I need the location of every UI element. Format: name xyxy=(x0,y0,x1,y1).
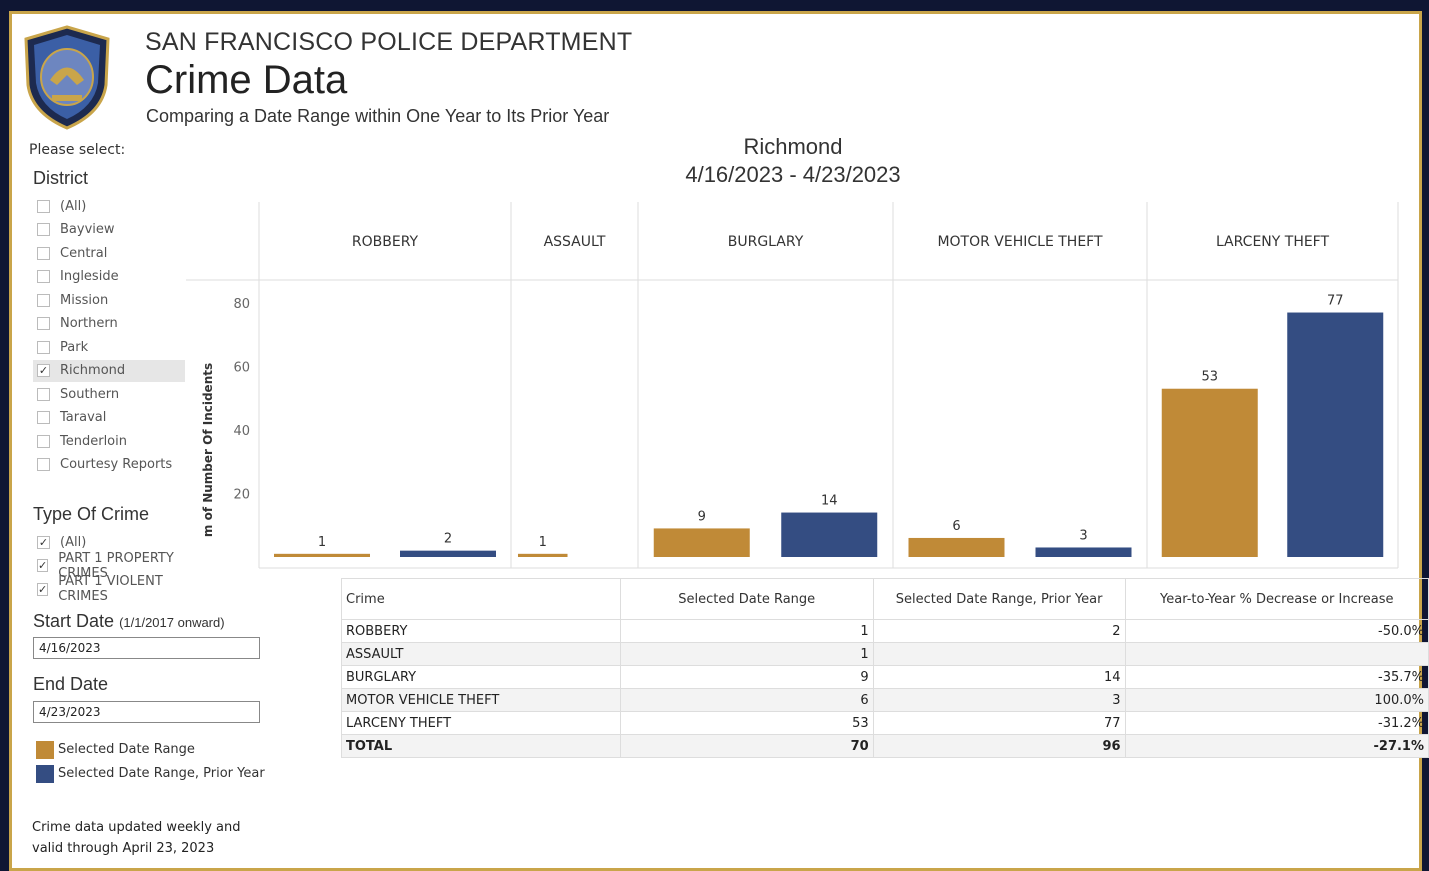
bar-prior xyxy=(400,550,496,557)
data-label: 1 xyxy=(539,535,547,550)
table-cell: 14 xyxy=(872,665,1126,689)
category-label: ROBBERY xyxy=(352,234,419,250)
table-row: ASSAULT 1 xyxy=(341,642,1429,666)
table-row: BURGLARY 9 14 -35.7% xyxy=(341,665,1429,689)
table-row: MOTOR VEHICLE THEFT 6 3 100.0% xyxy=(341,688,1429,712)
bar-prior xyxy=(1287,312,1384,557)
table-cell: 77 xyxy=(872,711,1126,735)
start-date-title: Start Date xyxy=(33,611,115,631)
table-cell: 1 xyxy=(619,642,874,666)
data-label: 1 xyxy=(318,535,326,550)
table-cell xyxy=(1124,642,1429,666)
table-cell: -35.7% xyxy=(1124,665,1429,689)
table-row: TOTAL 70 96 -27.1% xyxy=(341,734,1429,758)
table-cell: 70 xyxy=(619,734,874,758)
table-cell: ASSAULT xyxy=(341,642,621,666)
y-axis-label: m of Number Of Incidents xyxy=(201,363,215,537)
type-option-part-1-violent-crimes[interactable]: ✓ PART 1 VIOLENT CRIMES xyxy=(33,574,185,604)
table-cell: TOTAL xyxy=(341,734,621,758)
table-header-row: Crime Selected Date Range Selected Date Ra… xyxy=(341,578,1429,620)
legend-label-prior: Selected Date Range, Prior Year xyxy=(58,766,265,781)
table-row: LARCENY THEFT 53 77 -31.2% xyxy=(341,711,1429,735)
end-date-label: End Date xyxy=(33,674,109,694)
data-label: 6 xyxy=(952,519,960,534)
data-label: 14 xyxy=(821,494,838,509)
table-cell: 9 xyxy=(619,665,874,689)
end-date-input[interactable]: 4/23/2023 xyxy=(33,701,260,723)
table-cell: 3 xyxy=(872,688,1126,712)
bar-chart: 20 40 60 80 m of Number Of Incidents ROBBERY 1… xyxy=(186,202,1399,569)
bar-prior xyxy=(781,512,878,557)
bar-selected xyxy=(274,553,370,557)
table-cell: ROBBERY xyxy=(341,619,621,643)
table-cell: 1 xyxy=(619,619,874,643)
table-header-cell: Year-to-Year % Decrease or Increase xyxy=(1124,578,1429,620)
update-note-line1: Crime data updated weekly and xyxy=(32,820,241,835)
y-tick-label: 80 xyxy=(233,297,250,312)
table-header-cell: Selected Date Range xyxy=(619,578,874,620)
table-cell: 96 xyxy=(872,734,1126,758)
table-cell: 100.0% xyxy=(1124,688,1429,712)
category-label: LARCENY THEFT xyxy=(1216,234,1330,250)
bar-selected xyxy=(1161,388,1258,557)
start-date-input[interactable]: 4/16/2023 xyxy=(33,637,260,659)
legend-label-selected: Selected Date Range xyxy=(58,742,195,757)
y-tick-label: 40 xyxy=(233,424,250,439)
y-tick-label: 60 xyxy=(233,361,250,376)
table-cell: 53 xyxy=(619,711,874,735)
table-cell: -27.1% xyxy=(1124,734,1429,758)
table-cell xyxy=(872,642,1126,666)
update-note-line2: valid through April 23, 2023 xyxy=(32,841,215,856)
table-row: ROBBERY 1 2 -50.0% xyxy=(341,619,1429,643)
data-label: 77 xyxy=(1327,294,1344,309)
crime-table: Crime Selected Date Range Selected Date Ra… xyxy=(341,578,1429,758)
table-cell: -50.0% xyxy=(1124,619,1429,643)
bar-selected xyxy=(653,528,750,557)
table-cell: LARCENY THEFT xyxy=(341,711,621,735)
bar-selected xyxy=(517,553,568,557)
table-cell: 2 xyxy=(872,619,1126,643)
table-header-cell: Crime xyxy=(341,578,621,620)
table-cell: 6 xyxy=(619,688,874,712)
bar-selected xyxy=(908,537,1005,557)
table-cell: BURGLARY xyxy=(341,665,621,689)
category-label: BURGLARY xyxy=(728,234,804,250)
y-tick-label: 20 xyxy=(233,488,250,503)
data-label: 53 xyxy=(1201,370,1218,385)
start-date-label: Start Date (1/1/2017 onward) xyxy=(33,611,225,632)
table-cell: MOTOR VEHICLE THEFT xyxy=(341,688,621,712)
bar-prior xyxy=(1035,547,1132,557)
data-label: 2 xyxy=(444,532,452,547)
data-label: 3 xyxy=(1079,528,1087,543)
category-label: ASSAULT xyxy=(544,234,606,250)
legend-swatch-prior xyxy=(36,765,54,783)
update-note: Crime data updated weekly and valid thro… xyxy=(32,817,292,859)
data-label: 9 xyxy=(698,509,706,524)
category-label: MOTOR VEHICLE THEFT xyxy=(937,234,1103,250)
start-date-hint: (1/1/2017 onward) xyxy=(119,615,225,630)
table-header-cell: Selected Date Range, Prior Year xyxy=(872,578,1126,620)
table-cell: -31.2% xyxy=(1124,711,1429,735)
checkbox[interactable]: ✓ xyxy=(37,582,49,596)
legend-swatch-selected xyxy=(36,741,54,759)
